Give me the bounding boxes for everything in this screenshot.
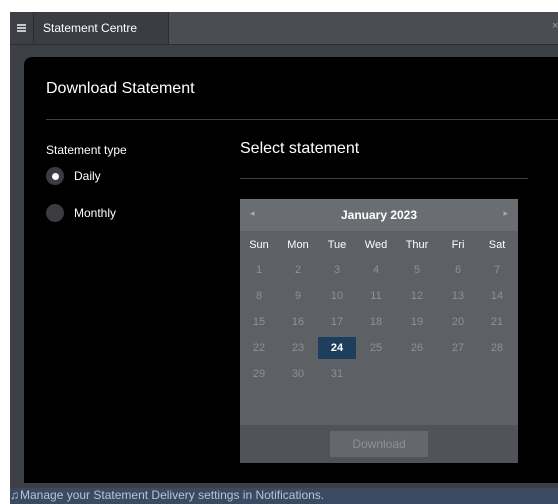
calendar-day[interactable]: 18 <box>357 311 395 333</box>
select-statement-title: Select statement <box>240 140 360 157</box>
calendar-day[interactable]: 8 <box>240 285 278 307</box>
next-month-icon[interactable]: ▸ <box>503 208 508 219</box>
tab-statement-centre[interactable]: Statement Centre <box>34 12 169 44</box>
calendar-footer: Download <box>240 425 518 463</box>
tab-bar: Statement Centre × <box>10 12 558 45</box>
calendar-day[interactable]: 4 <box>357 259 395 281</box>
calendar-month-label: January 2023 <box>340 208 418 222</box>
calendar-day[interactable]: 21 <box>478 311 516 333</box>
tab-label: Statement Centre <box>43 21 138 35</box>
calendar-day[interactable]: 1 <box>240 259 278 281</box>
calendar-day[interactable]: 9 <box>279 285 317 307</box>
download-statement-panel: Download Statement Statement type Daily … <box>24 57 558 483</box>
calendar-day[interactable]: 30 <box>279 363 317 385</box>
calendar-day[interactable]: 12 <box>398 285 436 307</box>
calendar-day[interactable]: 5 <box>398 259 436 281</box>
calendar-day[interactable]: 26 <box>398 337 436 359</box>
calendar-day[interactable]: 14 <box>478 285 516 307</box>
calendar-day[interactable]: 23 <box>279 337 317 359</box>
calendar-day[interactable]: 19 <box>398 311 436 333</box>
calendar-weekday-row: Sun Mon Tue Wed Thur Fri Sat <box>240 231 518 259</box>
radio-daily[interactable]: Daily <box>46 167 101 185</box>
calendar-day[interactable]: 17 <box>318 311 356 333</box>
weekday-header: Sun <box>249 239 269 251</box>
calendar-day[interactable]: 10 <box>318 285 356 307</box>
calendar-day[interactable]: 15 <box>240 311 278 333</box>
calendar-header: ◂ January 2023 ▸ <box>240 199 518 231</box>
calendar-day[interactable]: 11 <box>357 285 395 307</box>
radio-circle <box>46 204 64 222</box>
notification-bar[interactable]: ♫Manage your Statement Delivery settings… <box>10 488 558 504</box>
calendar-day[interactable]: 20 <box>439 311 477 333</box>
calendar-day[interactable]: 28 <box>478 337 516 359</box>
radio-monthly[interactable]: Monthly <box>46 204 116 222</box>
radio-daily-label: Daily <box>74 169 101 183</box>
calendar-day[interactable]: 16 <box>279 311 317 333</box>
calendar-day[interactable]: 25 <box>357 337 395 359</box>
calendar-day[interactable]: 7 <box>478 259 516 281</box>
close-icon[interactable]: × <box>552 20 558 36</box>
notification-text: Manage your Statement Delivery settings … <box>20 488 325 502</box>
statement-type-label: Statement type <box>46 143 127 157</box>
bell-icon: ♫ <box>10 488 19 502</box>
divider <box>240 178 528 179</box>
panel-title: Download Statement <box>46 80 195 97</box>
app-window: Statement Centre × Download Statement St… <box>10 12 558 504</box>
weekday-header: Fri <box>451 239 465 251</box>
weekday-header: Mon <box>287 239 309 251</box>
weekday-header: Tue <box>327 239 347 251</box>
date-picker-calendar: ◂ January 2023 ▸ Sun Mon Tue Wed Thur Fri Sat … <box>240 199 518 463</box>
calendar-day[interactable]: 22 <box>240 337 278 359</box>
calendar-day[interactable]: 13 <box>439 285 477 307</box>
radio-circle <box>46 167 64 185</box>
calendar-day[interactable]: 2 <box>279 259 317 281</box>
download-button[interactable]: Download <box>330 431 428 457</box>
weekday-header: Thur <box>405 239 429 251</box>
radio-monthly-label: Monthly <box>74 206 117 220</box>
hamburger-icon <box>17 24 26 32</box>
calendar-day[interactable]: 27 <box>439 337 477 359</box>
weekday-header: Wed <box>364 239 388 251</box>
divider <box>46 119 558 120</box>
calendar-day-selected[interactable]: 24 <box>318 337 356 359</box>
calendar-day[interactable]: 6 <box>439 259 477 281</box>
radio-dot <box>51 172 59 180</box>
calendar-day[interactable]: 29 <box>240 363 278 385</box>
calendar-day[interactable]: 3 <box>318 259 356 281</box>
hamburger-menu-button[interactable] <box>10 12 34 44</box>
calendar-day[interactable]: 31 <box>318 363 356 385</box>
weekday-header: Sat <box>488 239 506 251</box>
